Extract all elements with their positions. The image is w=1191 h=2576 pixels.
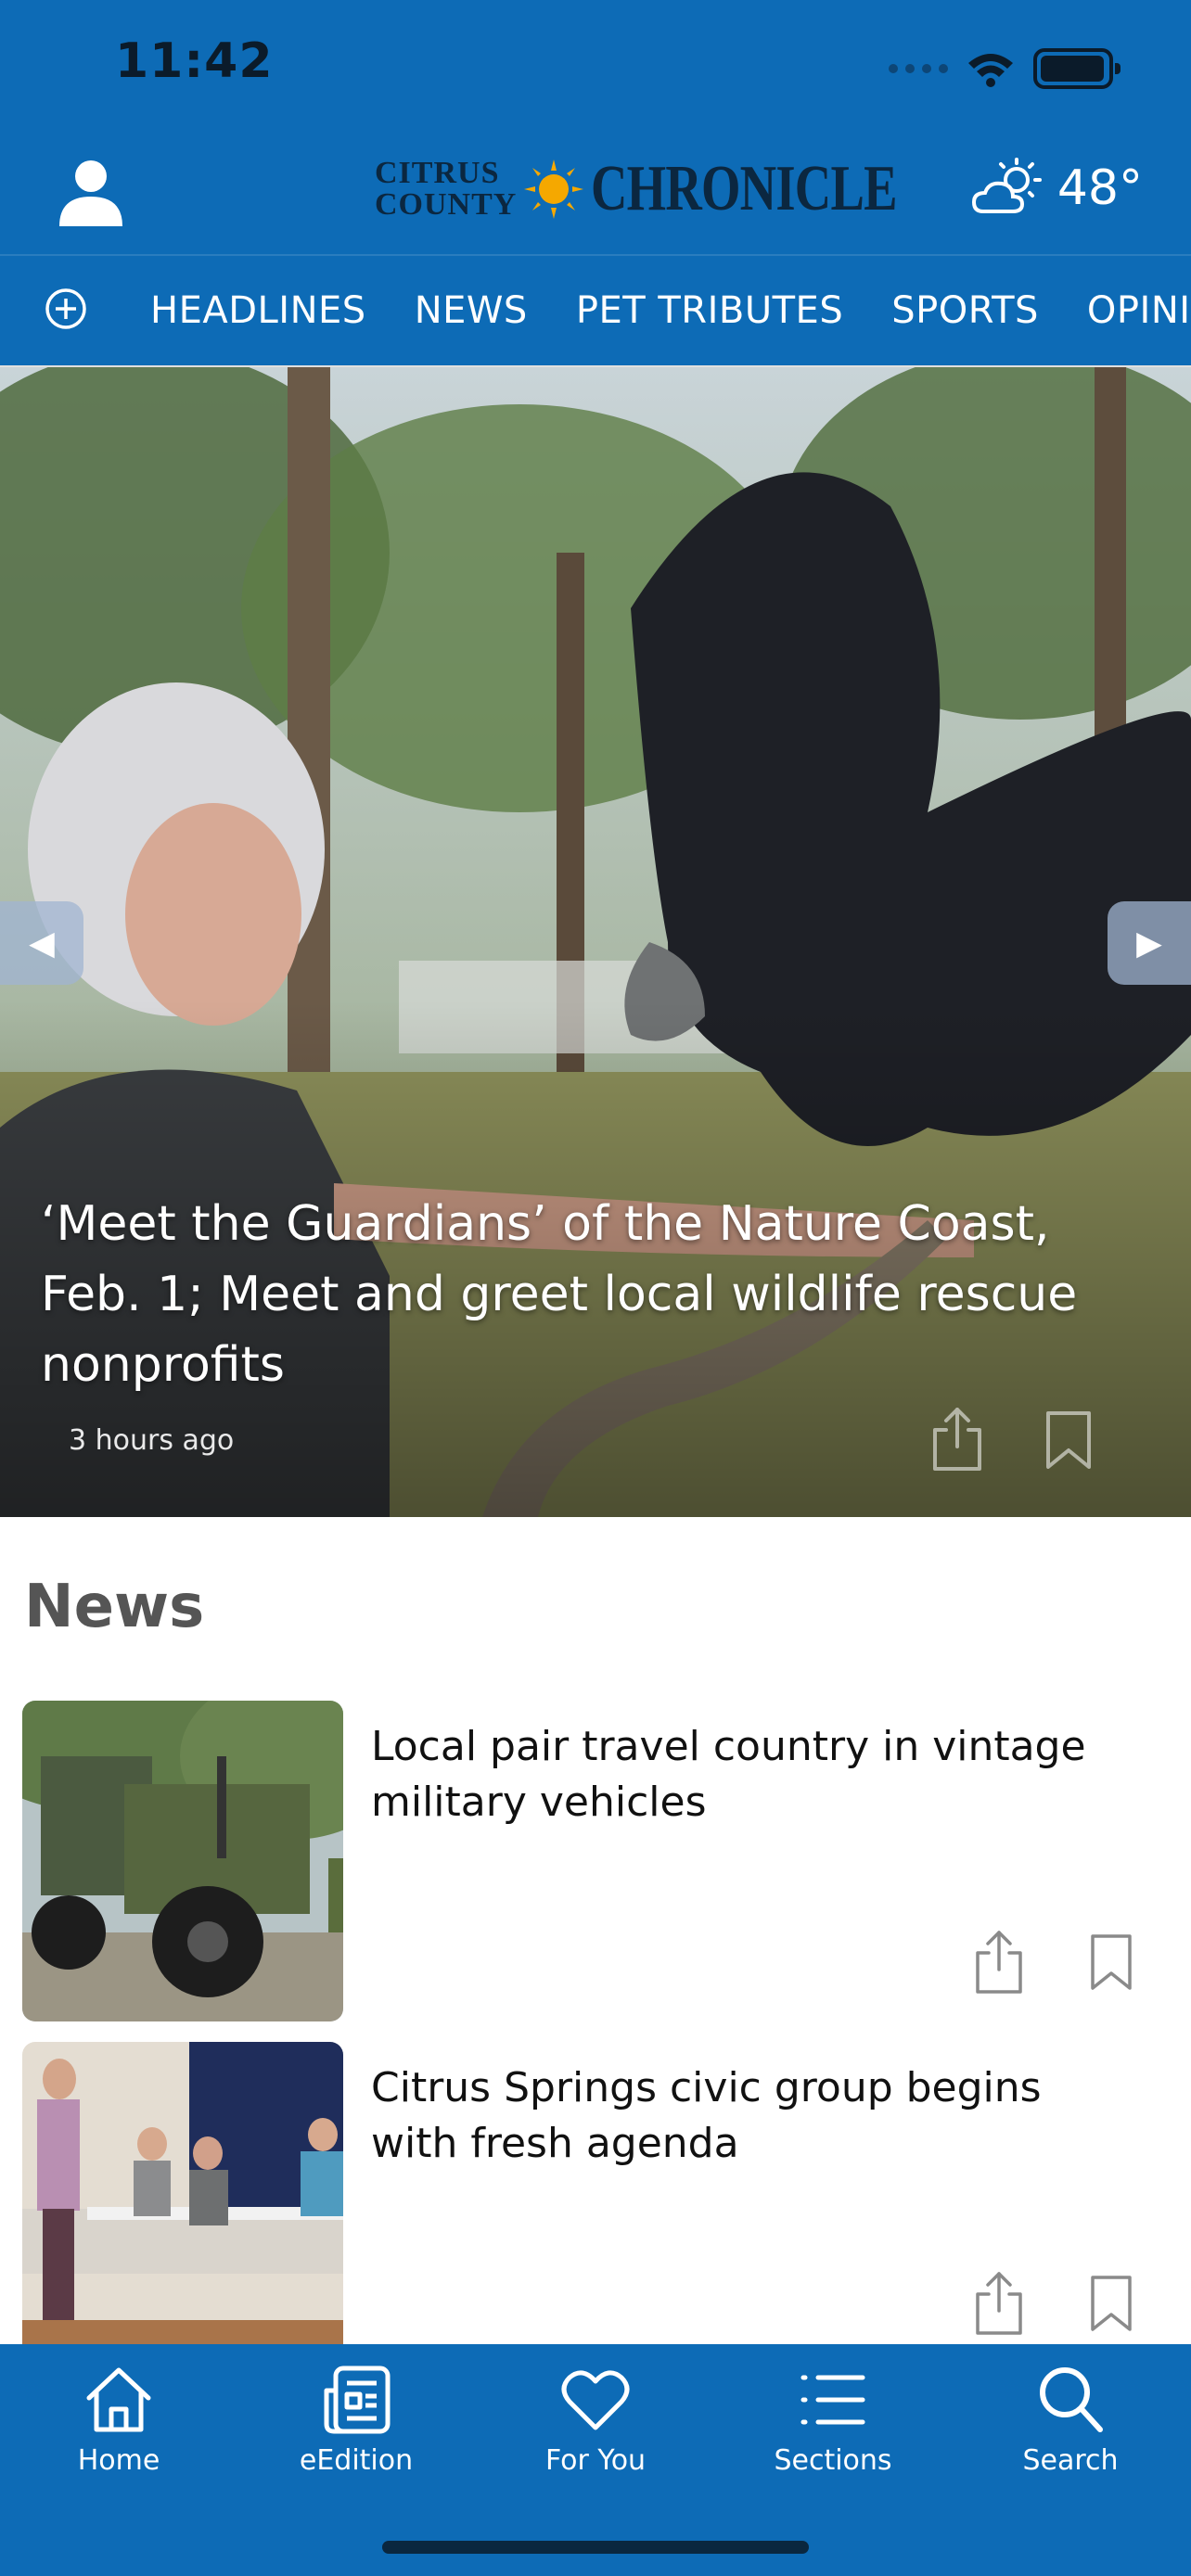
home-icon [86,2367,151,2432]
nav-tab-news[interactable]: NEWS [415,289,528,332]
news-section-title: News [24,1573,205,1641]
nav-tab-headlines[interactable]: HEADLINES [150,289,366,332]
hero-story[interactable]: ◀ ▶ ‘Meet the Guardians’ of the Nature C… [0,367,1191,1517]
newspaper-icon [324,2366,391,2434]
bookmark-icon[interactable] [1087,1932,1135,1992]
share-icon[interactable] [972,1929,1026,1996]
news-article-card[interactable]: Citrus Springs civic group begins with f… [22,2042,1172,2363]
hero-timestamp: 3 hours ago [69,1424,235,1457]
section-nav: HEADLINES NEWS PET TRIBUTES SPORTS OPINI… [0,254,1191,365]
logo-text-citrus: Citrus [375,156,500,190]
home-indicator[interactable] [382,2541,809,2554]
bookmark-icon[interactable] [1087,2274,1135,2333]
tab-home[interactable]: Home [17,2344,221,2493]
next-story-button[interactable]: ▶ [1108,901,1191,985]
battery-icon [1033,48,1121,89]
share-icon[interactable] [928,1406,987,1473]
tab-sections[interactable]: Sections [731,2344,935,2493]
bookmark-icon[interactable] [1043,1409,1095,1471]
nav-tab-opinion[interactable]: OPINION [1087,289,1191,332]
search-icon [1040,2367,1103,2432]
article-thumbnail [22,2042,343,2363]
tab-for-you-label: For You [544,2444,647,2477]
article-thumbnail [22,1701,343,2021]
logo-text-county: County [375,187,518,222]
tab-for-you[interactable]: For You [493,2344,698,2493]
list-icon [800,2375,865,2425]
tab-eedition-label: eEdition [299,2444,414,2477]
cellular-signal-icon [889,64,948,73]
sun-logo-icon [524,159,584,219]
add-section-icon[interactable] [45,287,87,330]
wifi-icon [968,54,1013,87]
hero-headline[interactable]: ‘Meet the Guardians’ of the Nature Coast… [41,1189,1135,1400]
tab-search-label: Search [1022,2444,1119,2477]
nav-tab-sports[interactable]: SPORTS [891,289,1039,332]
weather-temperature: 48° [1057,160,1143,216]
tab-eedition[interactable]: eEdition [254,2344,458,2493]
status-icons [889,48,1121,89]
tab-home-label: Home [77,2444,160,2477]
share-icon[interactable] [972,2270,1026,2337]
news-article-card[interactable]: Local pair travel country in vintage mil… [22,1701,1172,2021]
status-time: 11:42 [115,33,274,89]
chronicle-logo[interactable]: Citrus County CHRONICLE [375,152,983,226]
article-headline[interactable]: Citrus Springs civic group begins with f… [371,2060,1132,2172]
logo-text-chronicle: CHRONICLE [591,153,898,224]
tab-sections-label: Sections [774,2444,892,2477]
nav-tab-pet-tributes[interactable]: PET TRIBUTES [576,289,843,332]
weather-widget[interactable]: 48° [970,158,1143,219]
tab-search[interactable]: Search [968,2344,1172,2493]
previous-story-button[interactable]: ◀ [0,901,83,985]
profile-icon[interactable] [56,158,126,228]
article-headline[interactable]: Local pair travel country in vintage mil… [371,1719,1132,1830]
heart-icon [561,2370,630,2430]
partly-cloudy-icon [971,158,1042,213]
